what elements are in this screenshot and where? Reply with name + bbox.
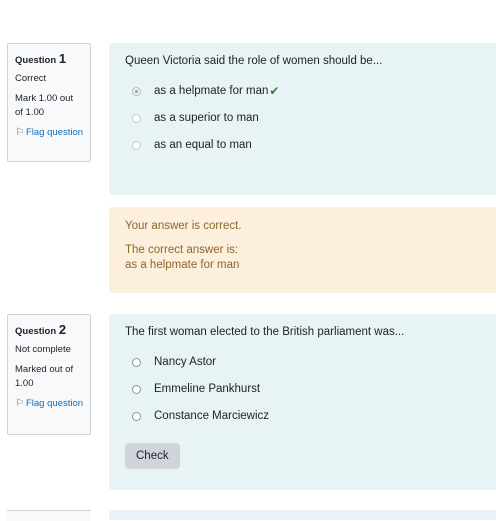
answer-option: as an equal to man	[125, 139, 493, 166]
question-formulation: The first woman elected to the British p…	[109, 314, 496, 490]
answer-radio[interactable]	[132, 358, 141, 367]
answer-feedback: Your answer is correct. The correct answ…	[109, 207, 496, 293]
answer-radio	[132, 87, 141, 96]
check-icon: ✔	[269, 84, 280, 98]
flag-label: Flag question	[25, 127, 84, 138]
check-button[interactable]: Check	[125, 443, 180, 469]
flag-label: Flag question	[25, 398, 84, 409]
next-question-formulation	[109, 510, 496, 520]
answer-option[interactable]: Emmeline Pankhurst	[125, 383, 493, 410]
correct-answer-text: as a helpmate for man	[125, 259, 240, 271]
flag-icon: ⚐	[15, 127, 24, 138]
question-formulation: Queen Victoria said the role of women sh…	[109, 43, 496, 195]
question-text: The first woman elected to the British p…	[125, 326, 405, 338]
answer-option[interactable]: Constance Marciewicz	[125, 410, 493, 437]
question-state: Not complete	[15, 344, 71, 355]
question-text: Queen Victoria said the role of women sh…	[125, 55, 383, 67]
question-number: Question 1	[15, 52, 83, 68]
answer-label[interactable]: Emmeline Pankhurst	[154, 383, 260, 395]
question-info: Question 1 Correct Mark 1.00 out of 1.00…	[7, 43, 91, 162]
next-question-info	[7, 510, 91, 521]
correct-answer-intro: The correct answer is:	[125, 244, 239, 256]
question-info: Question 2 Not complete Marked out of 1.…	[7, 314, 91, 435]
answer-option: as a superior to man	[125, 112, 493, 139]
answer-radio[interactable]	[132, 385, 141, 394]
question-number-value: 1	[58, 51, 67, 66]
answer-label[interactable]: Nancy Astor	[154, 356, 216, 368]
answer-radio	[132, 141, 141, 150]
question-label: Question	[15, 326, 57, 337]
question-grade: Marked out of 1.00	[15, 364, 74, 389]
answer-radio	[132, 114, 141, 123]
answer-radio[interactable]	[132, 412, 141, 421]
answer-option[interactable]: Nancy Astor	[125, 356, 493, 383]
question-label: Question	[15, 55, 57, 66]
answer-option: as a helpmate for man ✔	[125, 85, 493, 112]
question-number-value: 2	[58, 322, 67, 337]
question-state: Correct	[15, 73, 47, 84]
answer-label[interactable]: Constance Marciewicz	[154, 410, 269, 422]
flag-icon: ⚐	[15, 398, 24, 409]
answer-label: as an equal to man	[154, 139, 252, 151]
question-number: Question 2	[15, 323, 83, 339]
feedback-result: Your answer is correct.	[125, 220, 242, 232]
flag-question-link[interactable]: ⚐ Flag question	[15, 397, 83, 411]
flag-question-link[interactable]: ⚐ Flag question	[15, 126, 83, 140]
answer-label: as a superior to man	[154, 112, 259, 124]
answer-label: as a helpmate for man	[154, 85, 269, 97]
question-grade: Mark 1.00 out of 1.00	[15, 93, 74, 118]
